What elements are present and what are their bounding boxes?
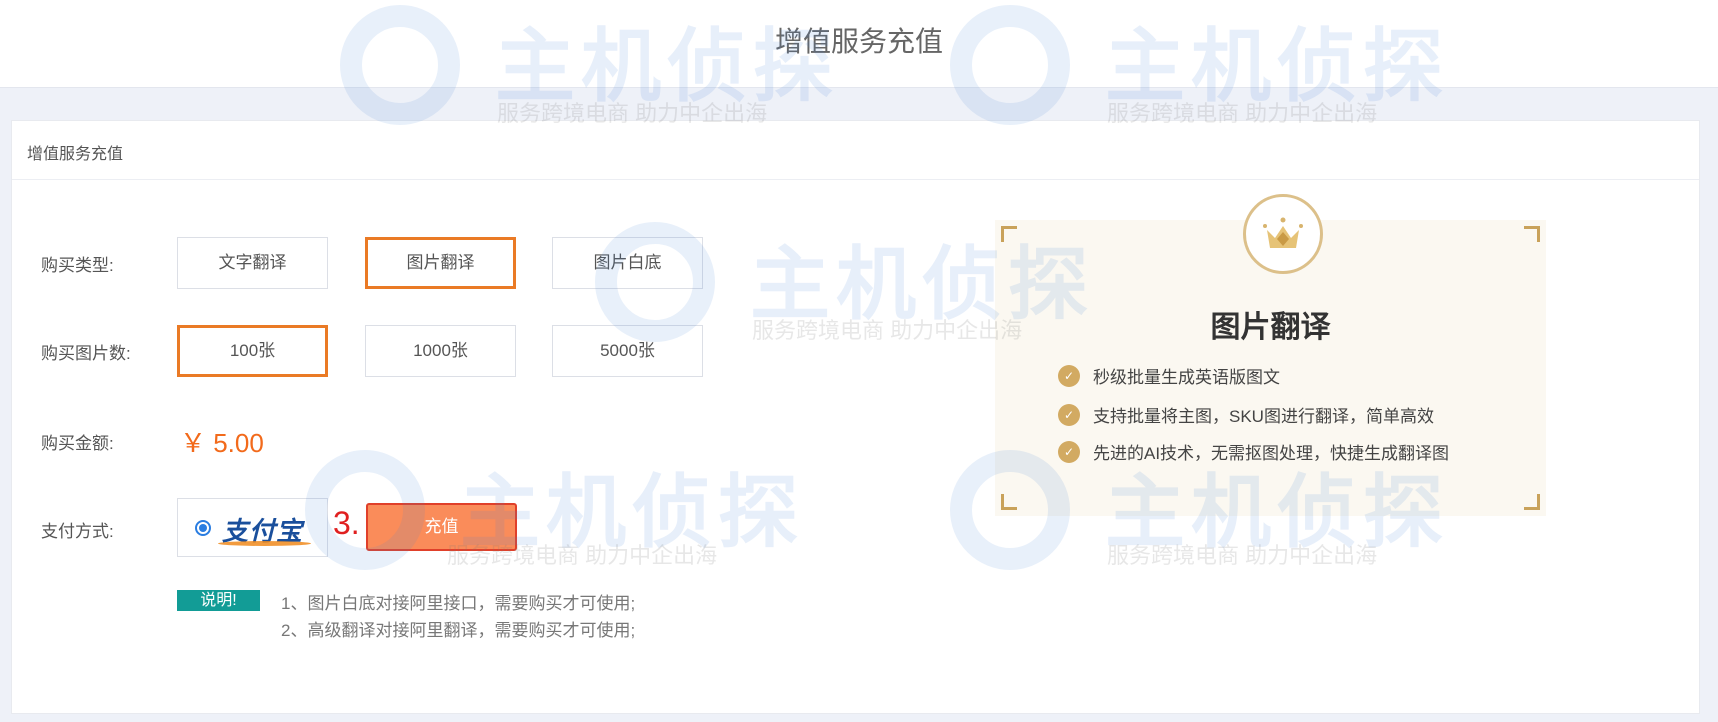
check-icon: ✓: [1058, 364, 1080, 387]
count-option-5000[interactable]: 5000张: [552, 325, 703, 377]
recharge-button[interactable]: 充值: [366, 503, 517, 551]
step-marker: 3.: [333, 505, 360, 541]
amount-value: ￥ 5.00: [180, 428, 264, 458]
feature-panel: 图片翻译 ✓ 秒级批量生成英语版图文 ✓ 支持批量将主图，SKU图进行翻译，简单高效…: [995, 194, 1546, 516]
feature-text: 先进的AI技术，无需抠图处理，快捷生成翻译图: [1093, 444, 1450, 463]
note-line: 1、图片白底对接阿里接口，需要购买才可使用;: [281, 594, 636, 613]
feature-item: ✓ 秒级批量生成英语版图文: [1058, 363, 1280, 388]
note-line: 2、高级翻译对接阿里翻译，需要购买才可使用;: [281, 621, 636, 640]
feature-item: ✓ 先进的AI技术，无需抠图处理，快捷生成翻译图: [1058, 439, 1449, 464]
feature-text: 支持批量将主图，SKU图进行翻译，简单高效: [1093, 407, 1434, 426]
type-option-text-translate[interactable]: 文字翻译: [177, 237, 328, 289]
check-icon: ✓: [1058, 440, 1080, 463]
type-label: 购买类型:: [41, 256, 114, 275]
card-title: 增值服务充值: [12, 121, 1699, 180]
corner-decoration: [1001, 226, 1017, 242]
count-option-100[interactable]: 100张: [177, 325, 328, 377]
count-option-1000[interactable]: 1000张: [365, 325, 516, 377]
type-option-image-translate[interactable]: 图片翻译: [365, 237, 516, 289]
crown-icon: [1243, 194, 1323, 274]
radio-selected-icon[interactable]: [195, 520, 211, 536]
top-header: 增值服务充值: [0, 0, 1718, 88]
feature-text: 秒级批量生成英语版图文: [1093, 368, 1280, 387]
corner-decoration: [1524, 226, 1540, 242]
pay-option-alipay[interactable]: 支付宝: [177, 498, 328, 557]
recharge-card: 增值服务充值 购买类型: 文字翻译 图片翻译 图片白底 购买图片数: 100张 …: [11, 120, 1700, 714]
note-badge: 说明!: [177, 590, 260, 611]
corner-decoration: [1001, 494, 1017, 510]
check-icon: ✓: [1058, 403, 1080, 426]
feature-item: ✓ 支持批量将主图，SKU图进行翻译，简单高效: [1058, 402, 1434, 427]
type-option-white-background[interactable]: 图片白底: [552, 237, 703, 289]
pay-label: 支付方式:: [41, 522, 114, 541]
count-label: 购买图片数:: [41, 344, 131, 363]
page-title: 增值服务充值: [774, 26, 943, 57]
panel-title: 图片翻译: [1210, 311, 1331, 344]
alipay-logo: 支付宝: [217, 511, 312, 548]
corner-decoration: [1524, 494, 1540, 510]
amount-label: 购买金额:: [41, 434, 114, 453]
